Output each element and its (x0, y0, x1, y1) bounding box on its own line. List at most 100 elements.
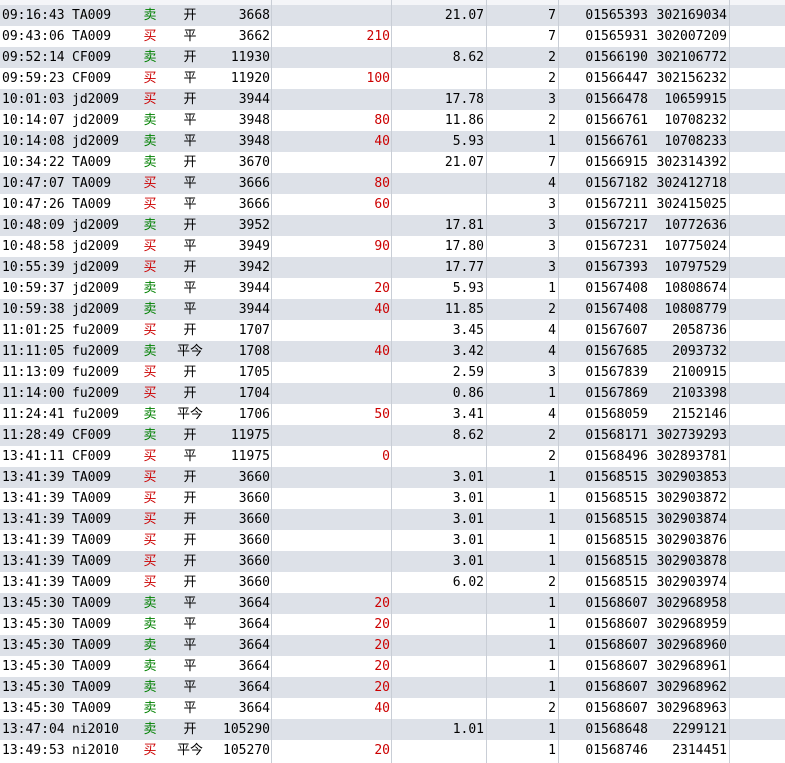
cell-id-b: 2100915 (672, 365, 727, 380)
cell-action: 开 (183, 260, 197, 275)
table-row[interactable]: 13:41:39 TA009 买 开 3660 3.01 1 01568515 30290387… (0, 530, 785, 551)
cell-fee: 2.59 (452, 365, 484, 380)
cell-volume (274, 152, 390, 173)
table-row[interactable]: 09:59:23 CF009 买 平 11920 100 2 01566447 30215623… (0, 68, 785, 89)
cell-side-label: 卖 (143, 596, 157, 611)
table-row[interactable]: 13:45:30 TA009 卖 平 3664 20 1 01568607 302968959 (0, 614, 785, 635)
table-row[interactable]: 10:59:38 jd2009 卖 平 3944 40 11.85 2 01567408 1080… (0, 299, 785, 320)
cell-time: 10:47:07 (2, 176, 65, 191)
table-row[interactable]: 10:34:22 TA009 卖 开 3670 21.07 7 01566915 3023143… (0, 152, 785, 173)
cell-count: 4 (548, 323, 556, 338)
table-row[interactable]: 13:41:11 CF009 买 平 11975 0 2 01568496 302893781 (0, 446, 785, 467)
table-row[interactable]: 11:24:41 fu2009 卖 平今 1706 50 3.41 4 01568059 2152… (0, 404, 785, 425)
table-row[interactable]: 10:47:26 TA009 买 平 3666 60 3 01567211 302415025 (0, 194, 785, 215)
table-row[interactable]: 13:41:39 TA009 买 开 3660 3.01 1 01568515 30290387… (0, 488, 785, 509)
cell-count: 1 (548, 554, 556, 569)
table-row[interactable]: 10:14:07 jd2009 卖 平 3948 80 11.86 2 01566761 1070… (0, 110, 785, 131)
cell-price: 1706 (238, 407, 270, 422)
cell-symbol: ni2010 (72, 743, 119, 758)
table-row[interactable]: 10:14:08 jd2009 卖 平 3948 40 5.93 1 01566761 10708… (0, 131, 785, 152)
cell-volume: 40 (374, 134, 390, 149)
cell-price: 1705 (238, 365, 270, 380)
table-row[interactable]: 10:55:39 jd2009 买 开 3942 17.77 3 01567393 107975… (0, 257, 785, 278)
cell-price: 3664 (238, 638, 270, 653)
cell-action: 平 (183, 134, 197, 149)
table-row[interactable]: 11:13:09 fu2009 买 开 1705 2.59 3 01567839 2100915 (0, 362, 785, 383)
table-row[interactable]: 13:47:04 ni2010 卖 开 105290 1.01 1 01568648 22991… (0, 719, 785, 740)
cell-time: 10:59:38 (2, 302, 65, 317)
cell-price: 11975 (230, 428, 270, 443)
cell-count: 1 (548, 533, 556, 548)
cell-fee (394, 635, 484, 656)
table-row[interactable]: 09:43:06 TA009 买 平 3662 210 7 01565931 302007209 (0, 26, 785, 47)
cell-symbol: jd2009 (72, 239, 119, 254)
table-row[interactable]: 11:11:05 fu2009 卖 平今 1708 40 3.42 4 01567685 2093… (0, 341, 785, 362)
table-row[interactable]: 13:49:53 ni2010 买 平今 105270 20 1 01568746 231445… (0, 740, 785, 761)
cell-id-a: 01568515 (585, 470, 648, 485)
cell-symbol: TA009 (72, 638, 112, 653)
table-row[interactable]: 11:14:00 fu2009 买 开 1704 0.86 1 01567869 2103398 (0, 383, 785, 404)
table-row[interactable]: 10:01:03 jd2009 买 开 3944 17.78 3 01566478 106599… (0, 89, 785, 110)
cell-action: 平 (183, 659, 197, 674)
table-row[interactable]: 13:45:30 TA009 卖 平 3664 20 1 01568607 302968962 (0, 677, 785, 698)
cell-time: 13:41:39 (2, 491, 65, 506)
cell-id-a: 01568515 (585, 575, 648, 590)
table-row[interactable]: 10:47:07 TA009 买 平 3666 80 4 01567182 302412718 (0, 173, 785, 194)
table-row[interactable]: 13:45:30 TA009 卖 平 3664 20 1 01568607 302968961 (0, 656, 785, 677)
cell-side-label: 卖 (143, 344, 157, 359)
cell-time: 11:13:09 (2, 365, 65, 380)
table-row[interactable]: 13:45:30 TA009 卖 平 3664 40 2 01568607 302968963 (0, 698, 785, 719)
cell-price: 105290 (223, 722, 270, 737)
cell-volume (274, 572, 390, 593)
cell-action: 平 (183, 617, 197, 632)
cell-count: 2 (548, 575, 556, 590)
cell-fee: 3.01 (452, 554, 484, 569)
cell-time: 09:16:43 (2, 8, 65, 23)
cell-symbol: jd2009 (72, 260, 119, 275)
table-row[interactable]: 11:01:25 fu2009 买 开 1707 3.45 4 01567607 2058736 (0, 320, 785, 341)
table-row[interactable]: 13:41:39 TA009 买 开 3660 6.02 2 01568515 30290397… (0, 572, 785, 593)
table-row[interactable]: 10:48:58 jd2009 买 平 3949 90 17.80 3 01567231 1077… (0, 236, 785, 257)
table-row[interactable]: 10:59:37 jd2009 卖 平 3944 20 5.93 1 01567408 10808… (0, 278, 785, 299)
cell-price: 1704 (238, 386, 270, 401)
table-row[interactable]: 11:28:49 CF009 卖 开 11975 8.62 2 01568171 3027392… (0, 425, 785, 446)
table-row[interactable]: 10:48:09 jd2009 卖 开 3952 17.81 3 01567217 107726… (0, 215, 785, 236)
cell-action: 开 (183, 491, 197, 506)
cell-volume: 40 (374, 302, 390, 317)
table-row[interactable]: 13:41:39 TA009 买 开 3660 3.01 1 01568515 30290385… (0, 467, 785, 488)
cell-action: 开 (183, 50, 197, 65)
cell-time: 13:49:53 (2, 743, 65, 758)
cell-time: 13:41:39 (2, 575, 65, 590)
cell-volume: 0 (382, 449, 390, 464)
table-row[interactable]: 09:52:14 CF009 卖 开 11930 8.62 2 01566190 3021067… (0, 47, 785, 68)
cell-side-label: 买 (143, 239, 157, 254)
table-row[interactable]: 09:16:43 TA009 卖 开 3668 21.07 7 01565393 3021690… (0, 5, 785, 26)
cell-fee: 3.01 (452, 533, 484, 548)
cell-volume: 40 (374, 701, 390, 716)
cell-symbol: TA009 (72, 701, 112, 716)
cell-volume (274, 215, 390, 236)
cell-volume (274, 257, 390, 278)
cell-fee (394, 740, 484, 761)
cell-fee (394, 677, 484, 698)
cell-price: 3668 (238, 8, 270, 23)
cell-id-a: 01568607 (585, 638, 648, 653)
column-divider (391, 0, 392, 763)
table-row[interactable]: 13:45:30 TA009 卖 平 3664 20 1 01568607 302968960 (0, 635, 785, 656)
cell-id-b: 302415025 (656, 197, 727, 212)
cell-id-a: 01568059 (585, 407, 648, 422)
cell-id-a: 01568515 (585, 491, 648, 506)
table-row[interactable]: 13:41:39 TA009 买 开 3660 3.01 1 01568515 30290387… (0, 509, 785, 530)
cell-action: 开 (183, 512, 197, 527)
cell-fee (394, 26, 484, 47)
cell-side-label: 卖 (143, 680, 157, 695)
cell-action: 开 (183, 470, 197, 485)
cell-action: 开 (183, 722, 197, 737)
cell-action: 平 (183, 197, 197, 212)
table-row[interactable]: 13:45:30 TA009 卖 平 3664 20 1 01568607 302968958 (0, 593, 785, 614)
cell-id-b: 302968962 (656, 680, 727, 695)
cell-count: 7 (548, 155, 556, 170)
cell-volume: 210 (366, 29, 390, 44)
table-row[interactable]: 13:41:39 TA009 买 开 3660 3.01 1 01568515 30290387… (0, 551, 785, 572)
cell-price: 3664 (238, 596, 270, 611)
